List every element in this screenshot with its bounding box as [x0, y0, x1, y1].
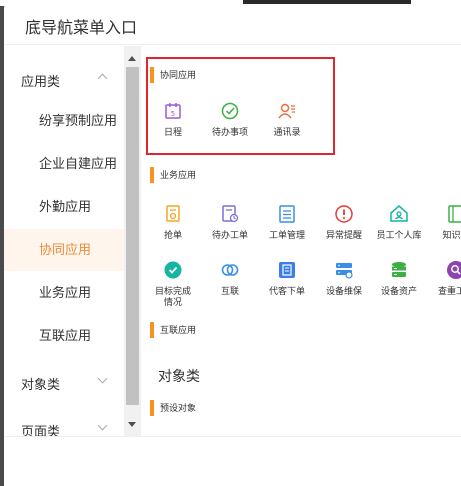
alert-icon: [335, 205, 353, 223]
app-label: 待办事项: [211, 127, 248, 137]
check-circle-icon: [221, 102, 239, 120]
app-label: 异常提醒: [325, 230, 362, 240]
app-duplicate-check[interactable]: 查重工具: [430, 260, 461, 297]
sidebar-group-objects[interactable]: 对象类: [21, 374, 60, 393]
dialog-header: 底导航菜单入口: [4, 4, 461, 45]
app-device-asset[interactable]: 设备资产: [373, 260, 425, 297]
app-content-panel: 协同应用 5 日程 待办事项 通讯录 业务应用 抢单 待办工单 工单管理 异常提…: [141, 46, 461, 436]
app-label: 待办工单: [211, 230, 248, 240]
app-label: 目标完成情况: [154, 286, 191, 307]
app-label: 工单管理: [268, 230, 305, 240]
app-pending-ticket[interactable]: 待办工单: [204, 204, 256, 241]
sidebar-item-collab-apps[interactable]: 协同应用: [4, 229, 124, 271]
app-todo[interactable]: 待办事项: [204, 101, 256, 138]
app-label: 设备维保: [325, 286, 362, 296]
app-grab-order[interactable]: 抢单: [147, 204, 199, 241]
dialog-title: 底导航菜单入口: [25, 20, 138, 37]
app-label: 员工个人库: [376, 230, 422, 240]
device-asset-icon: [392, 262, 406, 277]
app-label: 日程: [163, 127, 182, 137]
scroll-thumb[interactable]: [126, 67, 139, 405]
app-label: 设备资产: [380, 286, 417, 296]
app-interconnect[interactable]: 互联: [204, 260, 256, 297]
app-target-completion[interactable]: 目标完成情况: [147, 260, 199, 308]
dialog-footer: [4, 436, 461, 486]
app-employee-store[interactable]: 员工个人库: [373, 204, 425, 241]
category-sidebar: 应用类 纷享预制应用 企业自建应用 外勤应用 协同应用 业务应用 互联应用 对象…: [4, 46, 124, 436]
sidebar-group-apps[interactable]: 应用类: [21, 71, 60, 90]
app-label: 查重工具: [437, 286, 461, 296]
app-knowledge[interactable]: 知识库: [430, 204, 461, 241]
sidebar-scrollbar[interactable]: [124, 46, 141, 436]
ticket-manage-icon: [279, 205, 295, 223]
target-icon: [164, 261, 182, 279]
chevron-up-icon[interactable]: [97, 73, 108, 84]
app-label: 互联: [220, 286, 239, 296]
sidebar-item-custom-apps[interactable]: 企业自建应用: [4, 143, 124, 185]
section-title-collab: 协同应用: [150, 67, 196, 83]
app-label: 通讯录: [273, 127, 301, 137]
interconnect-icon: [221, 264, 239, 276]
sidebar-item-field-apps[interactable]: 外勤应用: [4, 186, 124, 228]
chevron-down-icon[interactable]: [97, 420, 108, 431]
device-maintain-icon: [336, 263, 353, 279]
svg-text:5: 5: [171, 110, 175, 118]
sidebar-group-pages[interactable]: 页面类: [21, 421, 60, 436]
group-title-objects: 对象类: [158, 368, 200, 384]
dialog-body: 应用类 纷享预制应用 企业自建应用 外勤应用 协同应用 业务应用 互联应用 对象…: [4, 46, 461, 436]
section-title-interconnect: 互联应用: [150, 322, 196, 338]
sidebar-item-interconnect-apps[interactable]: 互联应用: [4, 315, 124, 357]
scroll-down-arrow-icon[interactable]: [128, 422, 136, 427]
app-ticket-manage[interactable]: 工单管理: [261, 204, 313, 241]
sidebar-item-preset-apps[interactable]: 纷享预制应用: [4, 100, 124, 142]
sidebar-item-business-apps[interactable]: 业务应用: [4, 272, 124, 314]
app-label: 知识库: [442, 230, 461, 240]
section-title-business: 业务应用: [150, 167, 196, 183]
app-schedule[interactable]: 5 日程: [147, 101, 199, 138]
app-contacts[interactable]: 通讯录: [261, 101, 313, 138]
proxy-order-icon: [279, 262, 295, 278]
menu-entry-dialog: 底导航菜单入口 应用类 纷享预制应用 企业自建应用 外勤应用 协同应用 业务应用…: [4, 4, 461, 486]
section-title-preset-objects: 预设对象: [150, 400, 196, 416]
contacts-icon: [278, 103, 295, 119]
chevron-down-icon[interactable]: [97, 373, 108, 384]
app-device-maintain[interactable]: 设备维保: [318, 260, 370, 297]
pending-ticket-icon: [222, 205, 239, 223]
app-label: 抢单: [163, 230, 182, 240]
knowledge-icon: [448, 205, 461, 223]
app-label: 代客下单: [268, 286, 305, 296]
app-proxy-order[interactable]: 代客下单: [261, 260, 313, 297]
scroll-up-arrow-icon[interactable]: [128, 56, 136, 61]
duplicate-check-icon: [447, 261, 461, 279]
calendar-icon: 5: [165, 103, 181, 119]
app-exception-alert[interactable]: 异常提醒: [318, 204, 370, 241]
grab-order-icon: [166, 205, 180, 222]
employee-store-icon: [390, 205, 408, 222]
